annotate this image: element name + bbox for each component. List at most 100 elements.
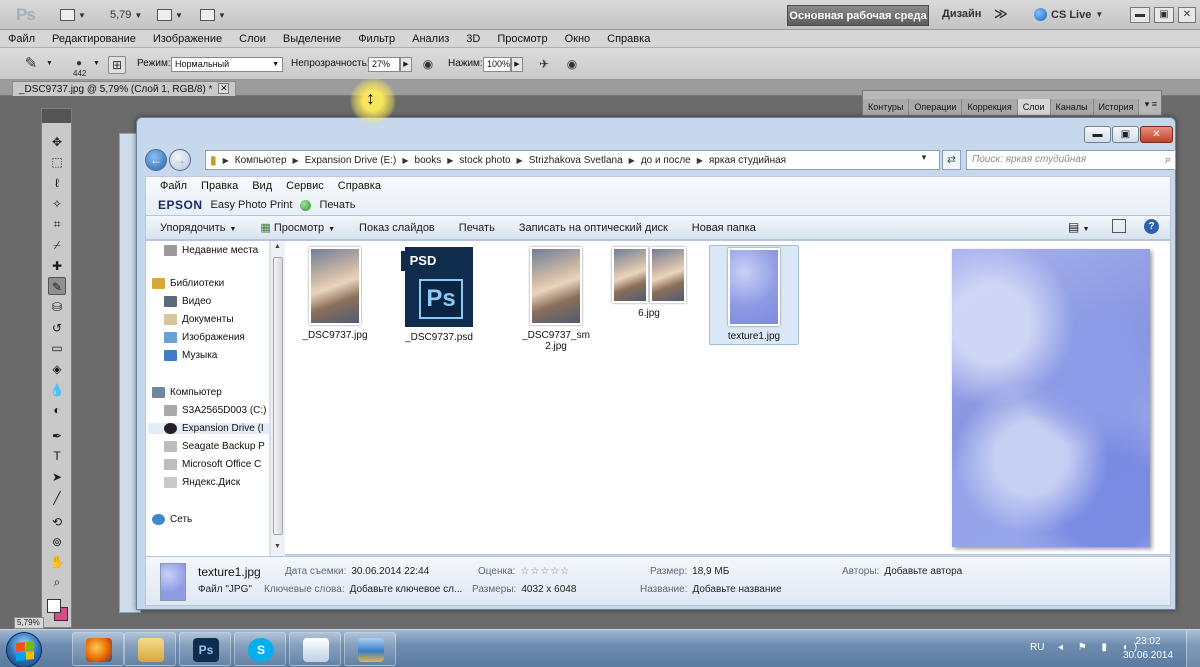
close-tab-icon[interactable]: ✕: [218, 83, 230, 94]
menu-file[interactable]: Файл: [8, 33, 35, 45]
taskbar-explorer[interactable]: [124, 632, 176, 666]
nav-drive-c[interactable]: S3A2565D003 (C:): [164, 405, 267, 416]
panel-menu-icon[interactable]: ▾ ≡: [1145, 99, 1157, 110]
lasso-tool-icon[interactable]: ℓ: [48, 174, 66, 192]
tab-paths[interactable]: Контуры: [863, 99, 910, 115]
breadcrumb-drive[interactable]: Expansion Drive (E:): [305, 155, 397, 166]
slideshow-button[interactable]: Показ слайдов: [359, 222, 435, 234]
screen-mode-button[interactable]: ▼: [200, 5, 226, 25]
tab-adjustments[interactable]: Коррекция: [962, 99, 1018, 115]
shape-tool-icon[interactable]: ╱: [48, 489, 66, 507]
hand-tool-icon[interactable]: ✋: [48, 553, 66, 571]
back-button[interactable]: ←: [145, 149, 167, 171]
more-workspaces-icon[interactable]: ≫: [994, 6, 1008, 22]
bridge-button[interactable]: ▼: [60, 5, 86, 25]
brush-picker-dropdown-icon[interactable]: ▼: [93, 60, 100, 67]
taskbar-photoshop[interactable]: Ps: [179, 632, 231, 666]
foreground-color-swatch[interactable]: [47, 599, 61, 613]
pen-tool-icon[interactable]: ✒: [48, 427, 66, 445]
start-button[interactable]: [6, 632, 42, 667]
breadcrumb-current[interactable]: яркая студийная: [709, 155, 786, 166]
nav-music[interactable]: Музыка: [164, 350, 217, 361]
move-tool-icon[interactable]: ✥: [48, 133, 66, 151]
tab-layers[interactable]: Слои: [1017, 99, 1051, 115]
history-brush-tool-icon[interactable]: ↺: [48, 319, 66, 337]
nav-yandex-disk[interactable]: Яндекс.Диск: [164, 477, 240, 488]
arrange-docs-button[interactable]: ▼: [157, 5, 183, 25]
explorer-minimize-button[interactable]: ▬: [1084, 126, 1111, 143]
explorer-menu-tools[interactable]: Сервис: [286, 180, 324, 192]
menu-edit[interactable]: Редактирование: [52, 33, 136, 45]
change-view-icon[interactable]: ▤ ▼: [1068, 220, 1090, 234]
zoom-dropdown[interactable]: 5,79 ▼: [110, 5, 142, 25]
taskbar-notes[interactable]: [289, 632, 341, 666]
menu-window[interactable]: Окно: [565, 33, 591, 45]
nav-video[interactable]: Видео: [164, 296, 211, 307]
3d-rotate-tool-icon[interactable]: ⟲: [48, 513, 66, 531]
nav-ms-office[interactable]: Microsoft Office C: [164, 459, 261, 470]
file-item-selected[interactable]: texture1.jpg: [709, 245, 799, 345]
crop-tool-icon[interactable]: ⌗: [48, 215, 66, 233]
menu-select[interactable]: Выделение: [283, 33, 341, 45]
eyedropper-tool-icon[interactable]: ⌿: [48, 236, 66, 254]
tab-history[interactable]: История: [1093, 99, 1140, 115]
menu-layers[interactable]: Слои: [239, 33, 266, 45]
explorer-close-button[interactable]: ✕: [1140, 126, 1173, 143]
type-tool-icon[interactable]: T: [48, 447, 66, 465]
details-date[interactable]: Дата съемки: 30.06.2014 22:44: [285, 566, 429, 577]
file-item[interactable]: _DSC9737_sm2.jpg: [508, 247, 604, 352]
ps-restore-button[interactable]: ▣: [1154, 7, 1174, 23]
document-tab[interactable]: _DSC9737.jpg @ 5,79% (Слой 1, RGB/8) * ✕: [12, 81, 237, 96]
flow-slider-button[interactable]: ▶: [511, 57, 523, 72]
file-item[interactable]: 6.jpg: [604, 247, 694, 319]
organize-button[interactable]: Упорядочить ▼: [160, 222, 236, 234]
nav-seagate[interactable]: Seagate Backup P: [164, 441, 265, 452]
paint-bucket-tool-icon[interactable]: ◈: [48, 360, 66, 378]
blur-tool-icon[interactable]: 💧: [48, 381, 66, 399]
taskbar-skype[interactable]: S: [234, 632, 286, 666]
details-rating[interactable]: Оценка: ☆☆☆☆☆: [478, 566, 570, 577]
breadcrumb-stock-photo[interactable]: stock photo: [459, 155, 510, 166]
breadcrumb-before-after[interactable]: до и после: [641, 155, 691, 166]
nav-expansion-drive[interactable]: Expansion Drive (I: [148, 423, 269, 434]
tablet-size-icon[interactable]: ◉: [563, 56, 581, 74]
search-input[interactable]: Поиск: яркая студийная ⌕: [966, 150, 1176, 170]
details-authors[interactable]: Авторы: Добавьте автора: [842, 566, 962, 577]
nav-libraries[interactable]: Библиотеки: [152, 278, 224, 289]
breadcrumb-computer[interactable]: Компьютер: [235, 155, 287, 166]
menu-view[interactable]: Просмотр: [497, 33, 547, 45]
show-desktop-button[interactable]: [1186, 630, 1200, 667]
brush-tool-preset-icon[interactable]: ✎: [22, 56, 40, 74]
nav-scrollbar-thumb[interactable]: [273, 257, 283, 535]
tab-actions[interactable]: Операции: [909, 99, 963, 115]
language-indicator[interactable]: RU: [1030, 642, 1044, 653]
menu-image[interactable]: Изображение: [153, 33, 222, 45]
file-item[interactable]: PSD Ps _DSC9737.psd: [394, 247, 484, 343]
status-zoom-field[interactable]: 5,79%: [14, 617, 44, 629]
refresh-icon[interactable]: ⇄: [942, 150, 961, 170]
menu-analysis[interactable]: Анализ: [412, 33, 449, 45]
tab-channels[interactable]: Каналы: [1050, 99, 1094, 115]
nav-images[interactable]: Изображения: [164, 332, 245, 343]
explorer-menu-file[interactable]: Файл: [160, 180, 187, 192]
nav-computer[interactable]: Компьютер: [152, 387, 222, 398]
airbrush-icon[interactable]: ✈: [535, 56, 553, 74]
cs-live-button[interactable]: CS Live ▼: [1034, 8, 1103, 21]
menu-filter[interactable]: Фильтр: [358, 33, 395, 45]
nav-scrollbar[interactable]: ▲ ▼: [270, 241, 285, 556]
workspace-design-button[interactable]: Дизайн: [942, 8, 981, 20]
3d-orbit-tool-icon[interactable]: ⊚: [48, 533, 66, 551]
tool-preset-dropdown-icon[interactable]: ▼: [46, 60, 53, 67]
new-folder-button[interactable]: Новая папка: [692, 222, 756, 234]
nav-network[interactable]: Сеть: [152, 514, 192, 525]
address-history-dropdown-icon[interactable]: ▼: [920, 153, 928, 162]
blend-mode-select[interactable]: Нормальный ▼: [171, 57, 283, 72]
workspace-essentials-button[interactable]: Основная рабочая среда: [787, 5, 929, 26]
details-title[interactable]: Название: Добавьте название: [640, 584, 782, 595]
flow-input[interactable]: 100%: [483, 57, 511, 72]
help-icon[interactable]: ?: [1144, 219, 1159, 234]
nav-recent-places[interactable]: Недавние места: [164, 245, 258, 256]
healing-brush-tool-icon[interactable]: ✚: [48, 257, 66, 275]
explorer-menu-view[interactable]: Вид: [252, 180, 272, 192]
clock[interactable]: 23:02 30.06.2014: [1123, 635, 1173, 663]
